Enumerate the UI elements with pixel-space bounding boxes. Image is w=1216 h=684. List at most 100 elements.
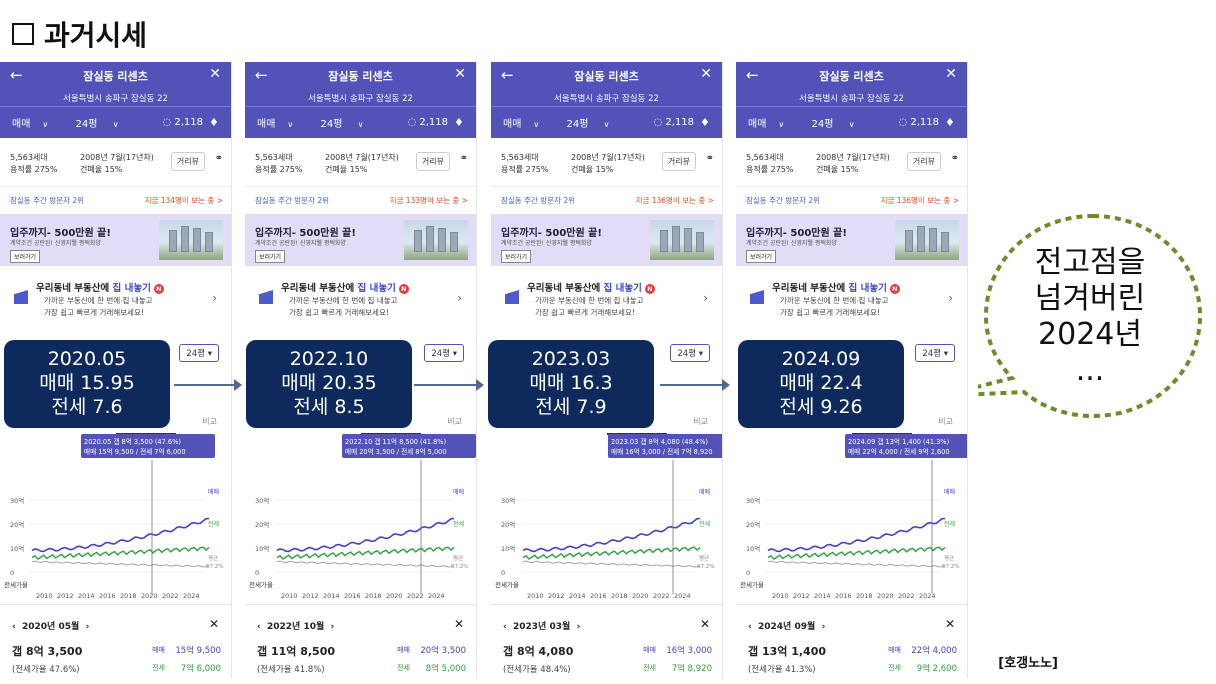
size-select[interactable]: 24평 ∨: [307, 115, 377, 130]
street-view-button[interactable]: 거리뷰: [415, 152, 450, 171]
chevron-down-icon: ∨: [287, 120, 294, 129]
close-icon[interactable]: ✕: [454, 66, 466, 82]
chevron-left-icon[interactable]: ‹: [257, 622, 261, 632]
size-select[interactable]: 24평 ∨: [62, 115, 132, 130]
visitor-bar[interactable]: 잠실동 주간 방문자 2위 지금 136명이 보는 중 >: [491, 186, 722, 210]
rent-series-label: 전세: [453, 520, 464, 528]
share-icon[interactable]: ⚭: [460, 153, 468, 164]
x-tick-label: 2020: [877, 592, 894, 600]
list-home-promo[interactable]: 우리동네 부동산에 집 내놓기 N 가까운 부동산에 한 번에 집 내놓고 가장 쉽…: [491, 266, 722, 330]
comments-button[interactable]: ◌ 2,118: [868, 117, 945, 128]
street-view-button[interactable]: 거리뷰: [661, 152, 696, 171]
chevron-right-icon[interactable]: ›: [331, 622, 335, 632]
list-home-promo[interactable]: 우리동네 부동산에 집 내놓기 N 가까운 부동산에 한 번에 집 내놓고 가장 쉽…: [736, 266, 967, 330]
share-icon[interactable]: ⚭: [215, 153, 223, 164]
sale-series-label: 매매: [453, 488, 464, 496]
list-home-promo[interactable]: 우리동네 부동산에 집 내놓기 N 가까운 부동산에 한 번에 집 내놓고 가장 쉽…: [0, 266, 231, 330]
trade-type-select[interactable]: 매매 ∨: [0, 115, 62, 130]
close-icon[interactable]: ✕: [209, 66, 221, 82]
chevron-right-icon: ›: [212, 291, 217, 305]
street-view-button[interactable]: 거리뷰: [170, 152, 205, 171]
size-select[interactable]: 24평 ∨: [798, 115, 868, 130]
tooltip-line-1: 2022.10 갭 11억 8,500 (41.8%): [345, 438, 446, 446]
bell-icon[interactable]: ♦: [945, 116, 967, 129]
app-header: ← 잠실동 리센츠 ✕ 서울특별시 송파구 잠실동 22 매매 ∨ 24평 ∨ ◌…: [245, 62, 476, 138]
x-tick-label: 2016: [344, 592, 361, 600]
close-icon[interactable]: ✕: [945, 617, 955, 631]
month-navigator[interactable]: ‹ 2020년 05월 ›: [12, 619, 89, 632]
comments-button[interactable]: ◌ 2,118: [132, 117, 209, 128]
apartment-name: 잠실동 리센츠: [328, 70, 393, 83]
compare-tab[interactable]: 비교: [447, 416, 462, 427]
visitor-bar[interactable]: 잠실동 주간 방문자 2위 지금 134명이 보는 중 >: [0, 186, 231, 210]
visitor-bar[interactable]: 잠실동 주간 방문자 2위 지금 133명이 보는 중 >: [245, 186, 476, 210]
avg-label: 평균: [944, 555, 954, 562]
chevron-down-icon: ∨: [533, 120, 540, 129]
close-icon[interactable]: ✕: [454, 617, 464, 631]
x-tick-label: 2010: [281, 592, 298, 600]
compare-tab[interactable]: 비교: [202, 416, 217, 427]
sale-series-line: [276, 517, 455, 553]
banner-view-button[interactable]: 보러가기: [255, 250, 286, 263]
size-select[interactable]: 24평 ∨: [553, 115, 623, 130]
chevron-left-icon[interactable]: ‹: [12, 622, 16, 632]
apartment-address: 서울특별시 송파구 잠실동 22: [554, 94, 659, 104]
ad-banner[interactable]: 입주까지- 500만원 끝! 계약조건 공란된! 신영지웰 평택화양 보러가기: [0, 214, 231, 266]
ad-banner[interactable]: 입주까지- 500만원 끝! 계약조건 공란된! 신영지웰 평택화양 보러가기: [491, 214, 722, 266]
chart-size-select[interactable]: 24평 ▾: [179, 344, 219, 362]
chevron-left-icon[interactable]: ‹: [748, 622, 752, 632]
sale-series-label: 매매: [699, 488, 710, 496]
apartment-name: 잠실동 리센츠: [574, 70, 639, 83]
apartment-building-image: [895, 220, 959, 260]
chevron-left-icon[interactable]: ‹: [503, 622, 507, 632]
close-icon[interactable]: ✕: [700, 617, 710, 631]
sale-series-line: [31, 517, 210, 553]
share-icon[interactable]: ⚭: [951, 153, 959, 164]
close-icon[interactable]: ✕: [945, 66, 957, 82]
list-home-promo[interactable]: 우리동네 부동산에 집 내놓기 N 가까운 부동산에 한 번에 집 내놓고 가장 쉽…: [245, 266, 476, 330]
tooltip-line-2: 매매 15억 9,500 / 전세 7억 6,000: [84, 447, 186, 456]
chart-size-select[interactable]: 24평 ▾: [915, 344, 955, 362]
banner-view-button[interactable]: 보러가기: [10, 250, 41, 263]
close-icon[interactable]: ✕: [209, 617, 219, 631]
bell-icon[interactable]: ♦: [454, 116, 476, 129]
chart-size-select[interactable]: 24평 ▾: [424, 344, 464, 362]
banner-view-button[interactable]: 보러가기: [501, 250, 532, 263]
share-icon[interactable]: ⚭: [706, 153, 714, 164]
filter-bar: 매매 ∨ 24평 ∨ ◌ 2,118 ♦: [245, 106, 476, 138]
bell-icon[interactable]: ♦: [700, 116, 722, 129]
y-tick-label: 0: [501, 569, 505, 577]
rent-price: 8억 5,000: [425, 664, 466, 674]
jeonse-ratio: (전세가율 47.6%): [12, 665, 80, 675]
chevron-right-icon[interactable]: ›: [822, 622, 826, 632]
month-navigator[interactable]: ‹ 2022년 10월 ›: [257, 619, 334, 632]
month-navigator[interactable]: ‹ 2023년 03월 ›: [503, 619, 580, 632]
y-tick-label: 0: [255, 569, 259, 577]
visitor-bar[interactable]: 잠실동 주간 방문자 2위 지금 136명이 보는 중 >: [736, 186, 967, 210]
chevron-down-icon: ∨: [778, 120, 785, 129]
rent-price: 9억 2,600: [916, 664, 957, 674]
trade-type-select[interactable]: 매매 ∨: [491, 115, 553, 130]
ad-banner[interactable]: 입주까지- 500만원 끝! 계약조건 공란된! 신영지웰 평택화양 보러가기: [736, 214, 967, 266]
ad-banner[interactable]: 입주까지- 500만원 끝! 계약조건 공란된! 신영지웰 평택화양 보러가기: [245, 214, 476, 266]
compare-tab[interactable]: 비교: [693, 416, 708, 427]
gap-amount: 갭 8억 4,080: [503, 645, 574, 658]
comments-button[interactable]: ◌ 2,118: [377, 117, 454, 128]
app-header: ← 잠실동 리센츠 ✕ 서울특별시 송파구 잠실동 22 매매 ∨ 24평 ∨ ◌…: [0, 62, 231, 138]
chevron-right-icon[interactable]: ›: [86, 622, 90, 632]
bell-icon[interactable]: ♦: [209, 116, 231, 129]
apartment-address: 서울특별시 송파구 잠실동 22: [63, 94, 168, 104]
banner-view-button[interactable]: 보러가기: [746, 250, 777, 263]
new-badge: N: [644, 283, 655, 294]
month-navigator[interactable]: ‹ 2024년 09월 ›: [748, 619, 825, 632]
close-icon[interactable]: ✕: [700, 66, 712, 82]
comments-button[interactable]: ◌ 2,118: [623, 117, 700, 128]
compare-tab[interactable]: 비교: [938, 416, 953, 427]
chart-size-select[interactable]: 24평 ▾: [670, 344, 710, 362]
trade-type-select[interactable]: 매매 ∨: [245, 115, 307, 130]
street-view-button[interactable]: 거리뷰: [906, 152, 941, 171]
gap-amount: 갭 13억 1,400: [748, 645, 827, 658]
chevron-right-icon[interactable]: ›: [577, 622, 581, 632]
jeonse-ratio: (전세가율 48.4%): [503, 665, 571, 675]
trade-type-select[interactable]: 매매 ∨: [736, 115, 798, 130]
